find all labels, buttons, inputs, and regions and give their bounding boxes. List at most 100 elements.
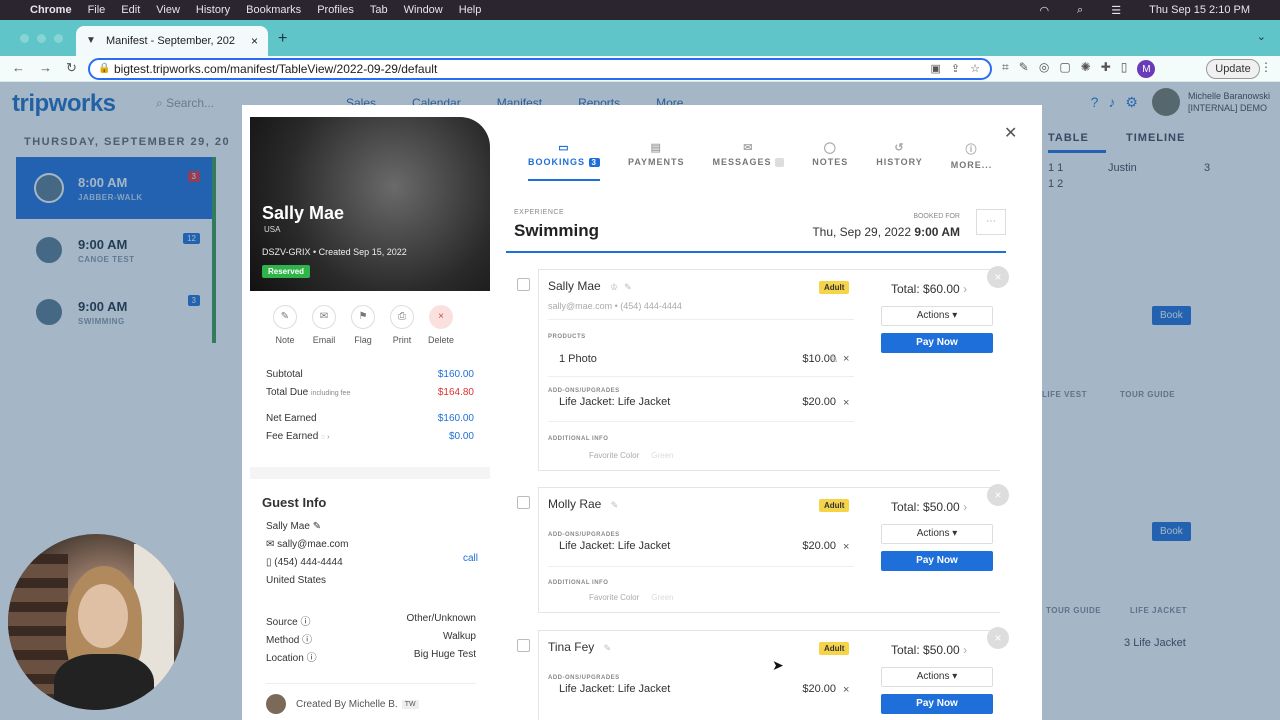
reload-icon[interactable]: ↻ bbox=[66, 60, 77, 76]
tab-history[interactable]: ↺ HISTORY bbox=[876, 141, 923, 181]
close-modal-icon[interactable]: ✕ bbox=[1004, 123, 1017, 143]
tab-messages[interactable]: ✉ MESSAGES bbox=[713, 141, 785, 181]
pay-now-button[interactable]: Pay Now bbox=[881, 694, 993, 714]
fee-earned-row[interactable]: Fee Earned ◌ › $0.00 bbox=[266, 427, 474, 445]
menu-window[interactable]: Window bbox=[404, 4, 443, 16]
menu-edit[interactable]: Edit bbox=[121, 4, 140, 16]
tab-notes[interactable]: ◯ NOTES bbox=[812, 141, 848, 181]
puzzle-icon[interactable]: ✚ bbox=[1101, 60, 1111, 78]
remove-product-icon[interactable]: × bbox=[843, 353, 849, 365]
guest-phone[interactable]: ▯ (454) 444-4444 bbox=[266, 557, 343, 568]
more-options-button[interactable]: ⋯ bbox=[976, 209, 1006, 235]
search-icon[interactable]: ⌕ bbox=[1077, 4, 1083, 17]
note-button[interactable]: ✎ Note bbox=[272, 305, 298, 345]
address-bar[interactable]: 🔒 bigtest.tripworks.com/manifest/TableVi… bbox=[88, 58, 992, 80]
menu-view[interactable]: View bbox=[156, 4, 180, 16]
menubar-status: ◠ ⌕ ☰ Thu Sep 15 2:10 PM bbox=[1039, 0, 1266, 20]
tab-bookings[interactable]: ▭ BOOKINGS 3 bbox=[528, 141, 600, 181]
menubar-clock[interactable]: Thu Sep 15 2:10 PM bbox=[1149, 4, 1250, 16]
menu-file[interactable]: File bbox=[88, 4, 106, 16]
back-icon[interactable]: ← bbox=[12, 60, 25, 76]
booking-total[interactable]: Total: $60.00 › bbox=[891, 282, 967, 296]
extension-icon[interactable]: ◎ bbox=[1039, 60, 1049, 78]
menu-help[interactable]: Help bbox=[459, 4, 482, 16]
tab-more[interactable]: ⓘ MORE... bbox=[951, 141, 993, 181]
booking-total[interactable]: Total: $50.00 › bbox=[891, 643, 967, 657]
control-center-icon[interactable]: ☰ bbox=[1111, 4, 1121, 17]
forward-icon[interactable]: → bbox=[39, 60, 52, 76]
bookmark-star-icon[interactable]: ☆ bbox=[970, 62, 980, 75]
booking-checkbox[interactable] bbox=[517, 278, 530, 291]
booking-guest-name[interactable]: Molly Rae ✎ bbox=[548, 497, 618, 511]
booking-checkbox[interactable] bbox=[517, 639, 530, 652]
new-tab-icon[interactable]: + bbox=[278, 30, 287, 48]
pay-now-button[interactable]: Pay Now bbox=[881, 333, 993, 353]
remove-booking-icon[interactable]: × bbox=[987, 484, 1009, 506]
lock-icon[interactable]: 🔒 bbox=[98, 63, 110, 74]
wifi-icon[interactable]: ◠ bbox=[1039, 4, 1049, 17]
menu-bookmarks[interactable]: Bookmarks bbox=[246, 4, 301, 16]
remove-addon-icon[interactable]: × bbox=[843, 684, 849, 696]
additional-info-label: ADDITIONAL INFO bbox=[548, 580, 609, 586]
pay-now-button[interactable]: Pay Now bbox=[881, 551, 993, 571]
menu-profiles[interactable]: Profiles bbox=[317, 4, 354, 16]
actions-label: Actions bbox=[916, 310, 950, 321]
booking-guest-name[interactable]: Sally Mae ♔ ✎ bbox=[548, 279, 632, 293]
edit-pencil-icon[interactable]: ✎ bbox=[604, 643, 612, 653]
tab-payments[interactable]: ▤ PAYMENTS bbox=[628, 141, 685, 181]
pen-icon[interactable]: ✎ bbox=[1019, 60, 1029, 78]
subtotal-row: Subtotal $160.00 bbox=[266, 365, 474, 383]
chevron-right-icon: › bbox=[963, 282, 968, 296]
print-button[interactable]: ⎙ Print bbox=[389, 305, 415, 345]
edit-pencil-icon[interactable]: ✎ bbox=[624, 282, 632, 292]
browser-tabbar: ▼ Manifest - September, 202 × + ⌄ bbox=[0, 20, 1280, 56]
minimize-window-button[interactable] bbox=[37, 34, 46, 43]
edit-pencil-icon[interactable]: ✎ bbox=[611, 500, 619, 510]
profile-avatar[interactable]: M bbox=[1137, 60, 1156, 78]
menu-history[interactable]: History bbox=[196, 4, 230, 16]
total-due-value: $164.80 bbox=[437, 386, 474, 398]
remove-booking-icon[interactable]: × bbox=[987, 627, 1009, 649]
menu-app-name[interactable]: Chrome bbox=[30, 4, 72, 16]
guest-email[interactable]: ✉ sally@mae.com bbox=[266, 539, 348, 550]
menu-tab[interactable]: Tab bbox=[370, 4, 388, 16]
close-window-button[interactable] bbox=[20, 34, 29, 43]
camera-icon[interactable]: ▣ bbox=[931, 62, 941, 75]
guest-type-badge: Adult bbox=[819, 281, 850, 294]
call-link[interactable]: call bbox=[463, 553, 478, 564]
zoom-window-button[interactable] bbox=[54, 34, 63, 43]
envelope-icon: ✉ bbox=[312, 305, 336, 329]
actions-dropdown[interactable]: Actions ▾ bbox=[881, 524, 993, 544]
chrome-menu-icon[interactable]: ⋮ bbox=[1260, 60, 1272, 74]
update-button[interactable]: Update bbox=[1206, 59, 1260, 79]
actions-dropdown[interactable]: Actions ▾ bbox=[881, 667, 993, 687]
remove-addon-icon[interactable]: × bbox=[843, 397, 849, 409]
guest-info-name[interactable]: Sally Mae ✎ bbox=[266, 521, 321, 532]
source-row: Source ⓘ Other/Unknown bbox=[266, 613, 476, 628]
extension-icon[interactable]: ▢ bbox=[1059, 60, 1070, 78]
remove-booking-icon[interactable]: × bbox=[987, 266, 1009, 288]
remove-addon-icon[interactable]: × bbox=[843, 541, 849, 553]
screenshot-icon[interactable]: ⌗ bbox=[1002, 60, 1009, 78]
addons-label: ADD-ONS/UPGRADES bbox=[548, 532, 620, 538]
edit-pencil-icon[interactable]: ✎ bbox=[829, 353, 838, 366]
extension-icon[interactable]: ✺ bbox=[1081, 60, 1091, 78]
tab-search-chevron-icon[interactable]: ⌄ bbox=[1257, 30, 1266, 43]
flag-button[interactable]: ⚑ Flag bbox=[350, 305, 376, 345]
email-button[interactable]: ✉ Email bbox=[311, 305, 337, 345]
close-tab-icon[interactable]: × bbox=[251, 34, 258, 48]
share-icon[interactable]: ⇪ bbox=[951, 62, 960, 75]
booking-guest-name[interactable]: Tina Fey ✎ bbox=[548, 640, 611, 654]
actions-dropdown[interactable]: Actions ▾ bbox=[881, 306, 993, 326]
booked-for-value: Thu, Sep 29, 2022 9:00 AM bbox=[812, 225, 960, 239]
delete-button[interactable]: × Delete bbox=[428, 305, 454, 345]
experience-label: EXPERIENCE bbox=[514, 209, 565, 216]
booking-total[interactable]: Total: $50.00 › bbox=[891, 500, 967, 514]
booking-checkbox[interactable] bbox=[517, 496, 530, 509]
browser-tab-manifest[interactable]: ▼ Manifest - September, 202 × bbox=[76, 26, 268, 56]
edit-pencil-icon[interactable]: ✎ bbox=[313, 521, 321, 532]
payments-icon: ▤ bbox=[650, 142, 662, 154]
addons-label: ADD-ONS/UPGRADES bbox=[548, 388, 620, 394]
sidebar-icon[interactable]: ▯ bbox=[1121, 60, 1128, 78]
url-text[interactable]: bigtest.tripworks.com/manifest/TableView… bbox=[114, 62, 437, 76]
